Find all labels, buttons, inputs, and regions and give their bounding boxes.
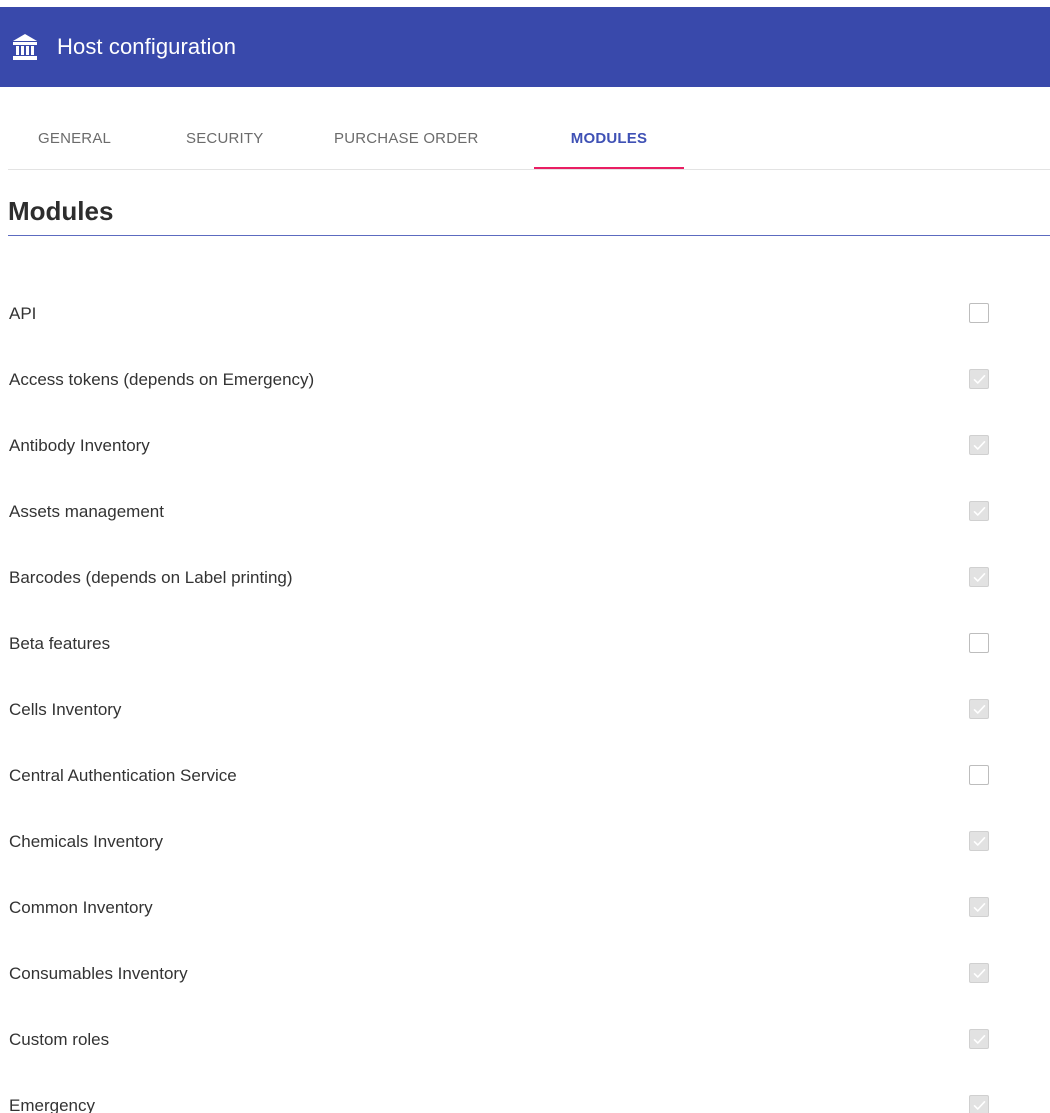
module-label: Chemicals Inventory: [9, 832, 164, 851]
module-row: Assets management: [0, 480, 1050, 546]
module-checkbox[interactable]: [969, 435, 989, 455]
module-checkbox[interactable]: [969, 303, 989, 323]
module-row: Central Authentication Service: [0, 744, 1050, 810]
config-tabs: GENERAL SECURITY PURCHASE ORDER MODULES: [8, 87, 1050, 170]
module-checkbox[interactable]: [969, 1029, 989, 1049]
module-checkbox[interactable]: [969, 567, 989, 587]
module-checkbox[interactable]: [969, 897, 989, 917]
module-row: Access tokens (depends on Emergency): [0, 348, 1050, 414]
module-checkbox[interactable]: [969, 765, 989, 785]
module-list: API Access tokens (depends on Emergency) A…: [0, 282, 1050, 1113]
host-configuration-page: Host configuration GENERAL SECURITY PURC…: [0, 0, 1050, 1113]
tab-general[interactable]: GENERAL: [38, 87, 111, 169]
module-label: Central Authentication Service: [9, 766, 237, 785]
section-title: Modules: [8, 196, 114, 226]
module-row: Consumables Inventory: [0, 942, 1050, 1008]
page-title: Host configuration: [57, 34, 237, 59]
module-row: Custom roles: [0, 1008, 1050, 1074]
module-row: Common Inventory: [0, 876, 1050, 942]
module-checkbox[interactable]: [969, 963, 989, 983]
section-divider: [8, 235, 1050, 236]
module-row: Barcodes (depends on Label printing): [0, 546, 1050, 612]
module-row: Chemicals Inventory: [0, 810, 1050, 876]
app-header: Host configuration: [0, 7, 1050, 87]
module-row: Emergency: [0, 1074, 1050, 1113]
module-label: Cells Inventory: [9, 700, 122, 719]
module-label: Consumables Inventory: [9, 964, 188, 983]
module-row: Beta features: [0, 612, 1050, 678]
module-label: API: [9, 304, 37, 323]
tab-modules-label: MODULES: [570, 130, 648, 147]
module-checkbox[interactable]: [969, 699, 989, 719]
module-label: Custom roles: [9, 1030, 110, 1049]
tab-modules[interactable]: MODULES: [534, 87, 684, 169]
bank-icon: [12, 33, 38, 61]
module-checkbox[interactable]: [969, 369, 989, 389]
module-row: API: [0, 282, 1050, 348]
module-label: Barcodes (depends on Label printing): [9, 568, 293, 587]
tab-security[interactable]: SECURITY: [186, 87, 263, 169]
active-tab-indicator: [534, 167, 684, 169]
tab-purchase-order[interactable]: PURCHASE ORDER: [334, 87, 479, 169]
module-label: Beta features: [9, 634, 111, 653]
module-label: Emergency: [9, 1096, 95, 1113]
module-checkbox[interactable]: [969, 633, 989, 653]
module-label: Antibody Inventory: [9, 436, 150, 455]
module-checkbox[interactable]: [969, 1095, 989, 1113]
module-row: Antibody Inventory: [0, 414, 1050, 480]
module-label: Access tokens (depends on Emergency): [9, 370, 315, 389]
module-label: Common Inventory: [9, 898, 153, 917]
module-row: Cells Inventory: [0, 678, 1050, 744]
module-checkbox[interactable]: [969, 501, 989, 521]
module-checkbox[interactable]: [969, 831, 989, 851]
module-label: Assets management: [9, 502, 164, 521]
